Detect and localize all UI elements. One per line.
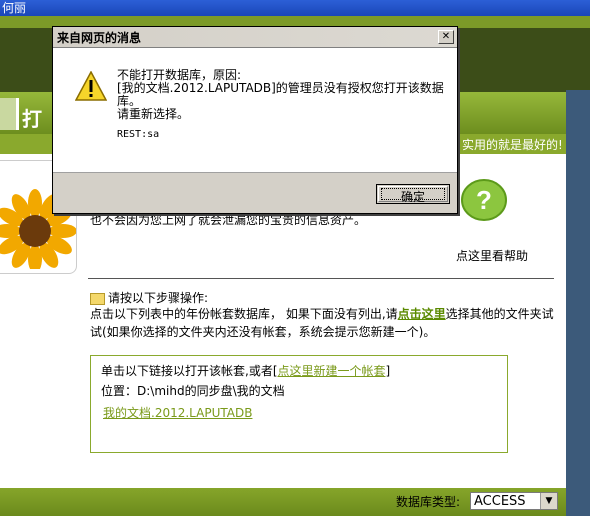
database-list-box: 单击以下链接以打开该帐套,或者[点这里新建一个帐套] 位置：D:\mihd的同步…: [90, 355, 508, 453]
dialog-rest-text: REST:sa: [117, 129, 160, 140]
message-line: 请重新选择。: [117, 107, 190, 121]
divider: [88, 278, 554, 279]
window-title: 何丽: [2, 1, 27, 15]
chevron-down-icon[interactable]: ▼: [540, 493, 557, 509]
dialog-title: 来自网页的消息: [57, 31, 142, 45]
panel-title: 打: [22, 107, 42, 131]
question-help-icon[interactable]: ?: [458, 178, 510, 224]
linkbox-instructions: 单击以下链接以打开该帐套,或者[点这里新建一个帐套]: [101, 362, 390, 379]
page-edge: [566, 90, 590, 516]
ok-button[interactable]: 确定: [376, 184, 450, 204]
help-link[interactable]: 点这里看帮助: [456, 247, 528, 264]
steps-text: 点击以下列表中的年份帐套数据库， 如果下面没有列出,请点击这里选择其他的文件夹试…: [90, 305, 556, 341]
linkbox-prefix: 单击以下链接以打开该帐套,或者[: [101, 364, 278, 378]
db-type-label: 数据库类型:: [396, 495, 461, 509]
db-type-value: ACCESS: [474, 494, 526, 509]
close-icon[interactable]: ✕: [438, 30, 454, 44]
ok-button-label: 确定: [400, 190, 425, 204]
steps-heading: 请按以下步骤操作:: [90, 289, 208, 306]
dialog-title-bar: 来自网页的消息 ✕: [53, 27, 457, 48]
message-line: [我的文档.2012.LAPUTADB]的管理员没有授权您打开该数据: [117, 81, 444, 95]
dialog-message: 不能打开数据库，原因: [我的文档.2012.LAPUTADB]的管理员没有授权…: [117, 69, 444, 121]
choose-folder-link[interactable]: 点击这里: [398, 307, 446, 321]
alert-dialog: 来自网页的消息 ✕ 不能打开数据库，原因: [我的文档.2012.LAPUTAD…: [52, 26, 458, 214]
new-account-link[interactable]: 点这里新建一个帐套: [278, 364, 386, 378]
database-file-link[interactable]: 我的文档.2012.LAPUTADB: [103, 404, 252, 421]
linkbox-suffix: ]: [385, 364, 391, 378]
location-text: 位置：D:\mihd的同步盘\我的文档: [101, 384, 285, 398]
db-type-select[interactable]: ACCESS ▼: [470, 492, 558, 510]
slogan: 实用的就是最好的!: [462, 138, 563, 152]
steps-text-part1: 点击以下列表中的年份帐套数据库， 如果下面没有列出,请: [90, 307, 398, 321]
steps-heading-label: 请按以下步骤操作:: [108, 291, 209, 305]
folder-icon: [90, 292, 105, 305]
svg-text:?: ?: [476, 185, 492, 215]
warning-icon: [75, 71, 107, 101]
browser-title-bar: 何丽: [0, 0, 590, 16]
header-logo-icon: [0, 98, 19, 130]
